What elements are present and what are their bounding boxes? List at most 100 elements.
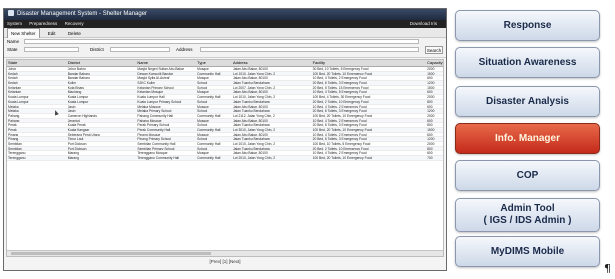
table-cell: Terengganu Mosque [137, 151, 168, 156]
table-cell: Jalan Tuanku Bendahara [232, 146, 270, 151]
table-cell: Lot 1010, Jalan Yong Chin, 2 [232, 71, 276, 76]
table-cell: Marang [67, 151, 79, 156]
table-cell: Seberang Perai Utara [67, 132, 100, 137]
table-cell: Kota Bharu [67, 85, 85, 90]
table-cell: Community Hall [197, 127, 221, 132]
column-header[interactable]: Name [136, 60, 196, 66]
table-cell: School [197, 137, 208, 141]
pager[interactable]: [Prev] [1] [Next] [4, 259, 446, 264]
table-cell: Community Hall [197, 142, 221, 146]
nav-response-button[interactable]: Response [455, 10, 600, 41]
table-cell: Community Hall [197, 156, 221, 160]
table-cell: Pinang Mosque [137, 132, 161, 137]
address-label: Address [176, 47, 193, 52]
table-cell: 10 Bed, 4 Toilets, 2 Emergency Food [312, 76, 367, 81]
table-cell: 600 [427, 118, 433, 123]
table-cell: 800 [427, 123, 433, 127]
table-cell: 600 [427, 151, 433, 156]
table-cell: Sembilan [8, 146, 22, 151]
table-cell: Community Hall [197, 71, 221, 76]
table-cell: Jalan Tuanku Bendahara [232, 99, 270, 104]
table-cell: Jerantut [67, 118, 80, 123]
table-cell: 20 Bed, 6 Toilets, 3 Emergency Food [312, 81, 367, 85]
address-input[interactable] [200, 47, 419, 52]
nav-disaster-analysis-button[interactable]: Disaster Analysis [455, 86, 600, 117]
table-cell: Kuala Lumpur [67, 99, 89, 104]
shelter-table: State District Name Type Address Facilit… [6, 59, 444, 257]
search-button[interactable]: Search [425, 46, 443, 54]
table-cell: Melaka Mosque [137, 104, 161, 109]
nav-situation-awareness-button[interactable]: Situation Awareness [455, 47, 600, 78]
table-cell: Pahang Mosque [137, 118, 162, 123]
table-header: State District Name Type Address Facilit… [7, 60, 443, 67]
table-cell: Kelantan Primary School [137, 85, 174, 90]
table-cell: Kuala Lumpur [8, 95, 29, 99]
table-cell: Lot 2007, Jalan Yong Chin, 2 [232, 85, 276, 90]
table-body: Johor Johor Bahru Masjid Negeri Sultan Abu… [7, 67, 443, 161]
column-header[interactable]: District [67, 60, 137, 66]
column-header[interactable]: Capacity [426, 60, 443, 66]
table-cell: Mosque [197, 67, 209, 71]
table-cell: 30 Bed, 10 Toilets, 5 Emergency Food [312, 67, 369, 71]
table-cell: Terengganu [8, 156, 26, 160]
nav-info-manager-button[interactable]: Info. Manager [455, 123, 600, 154]
menu-preparedness[interactable]: Preparedness [29, 21, 57, 26]
table-cell: School [197, 85, 208, 90]
name-input[interactable] [24, 39, 419, 44]
state-select[interactable] [24, 47, 79, 52]
window-title: Disaster Management System - Shelter Man… [17, 11, 148, 17]
nav-admin-tool-button[interactable]: Admin Tool ( IGS / IDS Admin ) [455, 198, 600, 232]
menu-system[interactable]: System [7, 21, 22, 26]
table-cell: 2000 [427, 113, 435, 118]
table-cell: School [197, 81, 208, 85]
table-cell: Kulim [67, 81, 76, 85]
table-cell: 20 Bed, 6 Toilets, 3 Emergency Food [312, 109, 367, 113]
table-cell: Sembilan [8, 142, 22, 146]
column-header[interactable]: Facility [312, 60, 426, 66]
pilcrow-mark: ¶ [604, 262, 611, 275]
table-cell: Kedah [8, 71, 18, 76]
scroll-thumb[interactable] [11, 252, 211, 255]
table-cell: 20 Bed, 6 Toilets, 3 Emergency Food [312, 137, 367, 141]
table-cell: 20 Bed, 6 Toilets, 3 Emergency Food [312, 123, 367, 127]
table-cell: Masjid Negeri Sultan Abu Bakar [137, 67, 184, 71]
menu-recovery[interactable]: Recovery [65, 21, 84, 26]
table-cell: Kedah [8, 81, 18, 85]
title-bar: Disaster Management System - Shelter Man… [4, 9, 446, 20]
table-cell: 600 [427, 76, 433, 81]
table-cell: 2000 [427, 142, 435, 146]
table-cell: Jalan Abu Bakar, 80100 [232, 67, 268, 71]
table-cell: Kelantan Mosque [137, 90, 164, 95]
nav-cop-button[interactable]: COP [455, 160, 600, 191]
table-cell: Melaka [8, 104, 19, 109]
table-cell: Kuala Lumpur [8, 99, 29, 104]
table-cell: Mosque [197, 118, 209, 123]
column-header[interactable]: State [7, 60, 67, 66]
shelter-manager-window: Disaster Management System - Shelter Man… [3, 8, 447, 271]
table-cell: Jalan Tuanku Bendahara [232, 81, 270, 85]
nav-mydims-mobile-button[interactable]: MyDIMS Mobile [455, 236, 600, 267]
district-select[interactable] [110, 47, 170, 52]
menu-download[interactable]: Download Iris [410, 20, 437, 28]
column-header[interactable]: Address [232, 60, 312, 66]
table-cell: 1200 [427, 109, 435, 113]
table-cell: 10 Bed, 4 Toilets, 2 Emergency Food [312, 151, 367, 156]
horizontal-scrollbar[interactable] [7, 250, 443, 256]
table-cell: Port Dickson [67, 142, 87, 146]
table-row[interactable]: Terengganu Marang Terengganu Community Hal… [7, 156, 443, 161]
table-cell: Mosque [197, 104, 209, 109]
table-cell: Johor Bahru [67, 67, 86, 71]
table-cell: Cameron Highlands [67, 113, 97, 118]
table-cell: Johor [8, 67, 17, 71]
column-header[interactable]: Type [196, 60, 232, 66]
table-cell: Port Dickson [67, 146, 87, 151]
filter-panel: Name State District Address Search [4, 38, 446, 58]
table-cell: Terengganu [8, 151, 26, 156]
table-cell: 100 Bed, 20 Toilets, 10 Emergency Food [312, 113, 373, 118]
table-cell: 1500 [427, 85, 435, 90]
table-cell: Pinang Primary School [137, 137, 171, 141]
table-cell: Jalan Abu Bakar, 80100 [232, 76, 268, 81]
table-cell: Jasin [67, 109, 76, 113]
table-cell: Kelantan [8, 90, 22, 95]
table-cell: Lot 2010, Jalan Yong Chin, 2 [232, 156, 276, 160]
